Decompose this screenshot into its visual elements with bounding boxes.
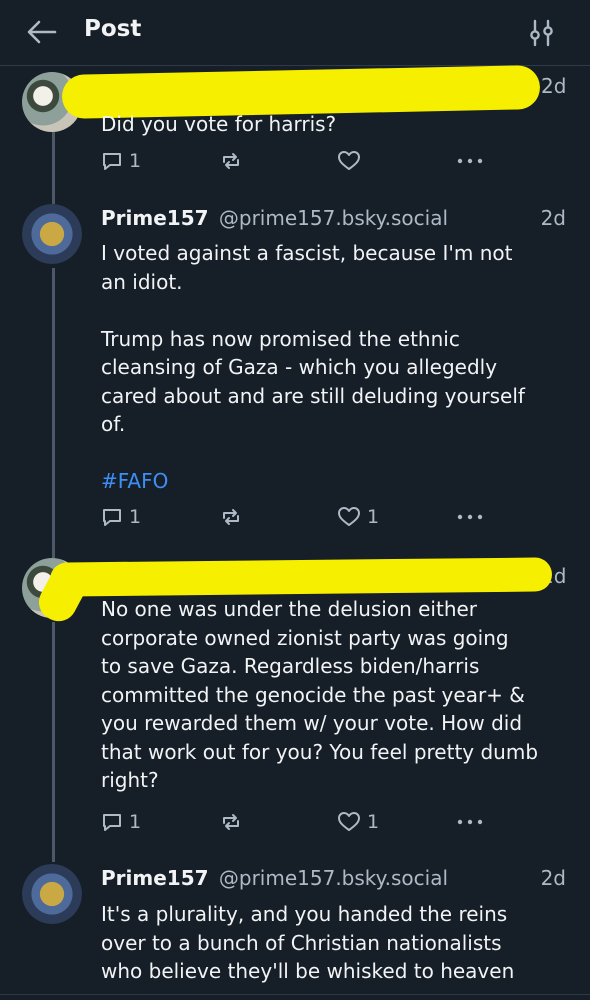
post-time: 2d xyxy=(541,74,567,98)
author-handle[interactable]: @prime157.bsky.social xyxy=(219,206,448,230)
repost-button[interactable] xyxy=(219,502,243,532)
arrow-left-icon xyxy=(27,20,57,44)
sliders-icon xyxy=(530,19,553,47)
heart-icon xyxy=(338,812,360,831)
reply-count: 1 xyxy=(129,506,142,528)
post[interactable]: Prime157 @prime157.bsky.social 2d It's a… xyxy=(0,864,590,1000)
reply-bubble-icon xyxy=(103,153,121,170)
post-time: 2d xyxy=(540,866,566,890)
post[interactable]: Prime157 @prime157.bsky.social 2d I vote… xyxy=(0,204,590,540)
reply-bubble-icon xyxy=(103,509,121,526)
more-options-button[interactable] xyxy=(457,502,483,532)
hashtag-link[interactable]: #FAFO xyxy=(101,467,571,496)
more-options-button[interactable] xyxy=(457,146,483,176)
post-text: I voted against a fascist, because I'm n… xyxy=(101,239,571,496)
repost-button[interactable] xyxy=(219,146,243,176)
more-dots-icon xyxy=(457,158,483,164)
like-count: 1 xyxy=(367,811,380,833)
more-options-button[interactable] xyxy=(457,807,483,837)
like-button[interactable]: 1 xyxy=(337,807,379,837)
page-title: Post xyxy=(84,16,142,42)
heart-icon xyxy=(338,507,360,526)
like-button[interactable]: 1 xyxy=(337,502,379,532)
repost-icon xyxy=(223,153,239,169)
author-handle[interactable]: @prime157.bsky.social xyxy=(219,866,448,890)
avatar[interactable] xyxy=(22,204,82,264)
post-author-row: Prime157 @prime157.bsky.social xyxy=(101,206,448,234)
redaction-mark xyxy=(49,557,553,597)
avatar[interactable] xyxy=(22,864,82,924)
like-count: 1 xyxy=(367,506,380,528)
repost-icon xyxy=(223,814,239,830)
post[interactable]: 2d No one was under the delusion either … xyxy=(0,557,590,848)
post-text: Did you vote for harris? xyxy=(101,112,337,136)
back-button[interactable] xyxy=(26,18,58,46)
thread-settings-button[interactable] xyxy=(528,18,556,48)
heart-icon xyxy=(338,151,360,170)
post[interactable]: 2d Did you vote for harris? 1 xyxy=(0,64,590,186)
reply-button[interactable]: 1 xyxy=(101,807,141,837)
reply-count: 1 xyxy=(129,150,142,172)
reply-bubble-icon xyxy=(103,814,121,831)
post-actions: 1 xyxy=(101,146,491,176)
reply-button[interactable]: 1 xyxy=(101,146,141,176)
reply-button[interactable]: 1 xyxy=(101,502,141,532)
post-text: It's a plurality, and you handed the rei… xyxy=(101,902,515,983)
more-dots-icon xyxy=(457,819,483,825)
bottom-divider xyxy=(0,994,590,995)
repost-icon xyxy=(223,509,239,525)
more-dots-icon xyxy=(457,514,483,520)
top-bar: Post xyxy=(0,0,590,66)
reply-count: 1 xyxy=(129,811,142,833)
post-time: 2d xyxy=(540,206,566,230)
post-actions: 1 1 xyxy=(101,502,491,532)
repost-button[interactable] xyxy=(219,807,243,837)
author-name[interactable]: Prime157 xyxy=(101,206,209,230)
author-name[interactable]: Prime157 xyxy=(101,866,209,890)
post-author-row: Prime157 @prime157.bsky.social xyxy=(101,866,448,894)
post-text: No one was under the delusion either cor… xyxy=(101,597,539,792)
post-actions: 1 1 xyxy=(101,807,491,837)
like-button[interactable] xyxy=(337,146,361,176)
